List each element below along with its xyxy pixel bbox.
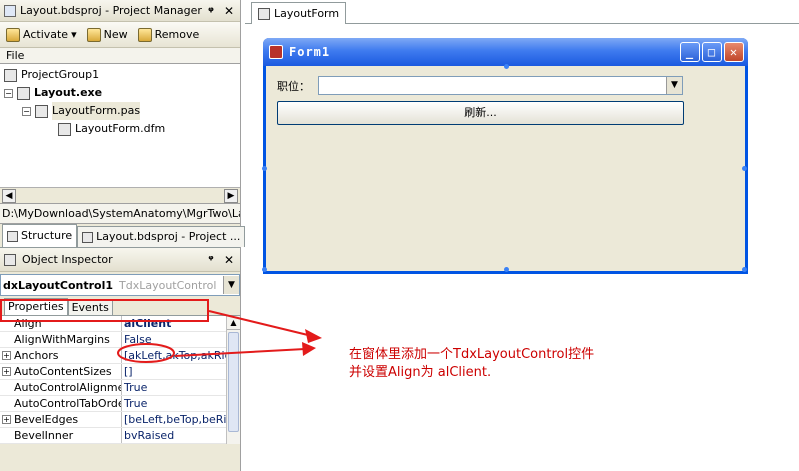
annotation-line-2: 并设置Align为 alClient. bbox=[349, 365, 492, 380]
align-value-highlight bbox=[117, 343, 175, 363]
annotation-arrow bbox=[208, 310, 313, 337]
annotation-arrow bbox=[174, 348, 306, 357]
component-highlight-box bbox=[0, 299, 209, 322]
arrowhead-icon bbox=[305, 329, 322, 343]
arrowhead-icon bbox=[302, 342, 316, 356]
annotation-note: 在窗体里添加一个TdxLayoutControl控件 并设置Align为 alC… bbox=[349, 346, 594, 382]
annotation-overlay bbox=[0, 299, 322, 363]
annotation-line-1: 在窗体里添加一个TdxLayoutControl控件 bbox=[349, 347, 595, 362]
